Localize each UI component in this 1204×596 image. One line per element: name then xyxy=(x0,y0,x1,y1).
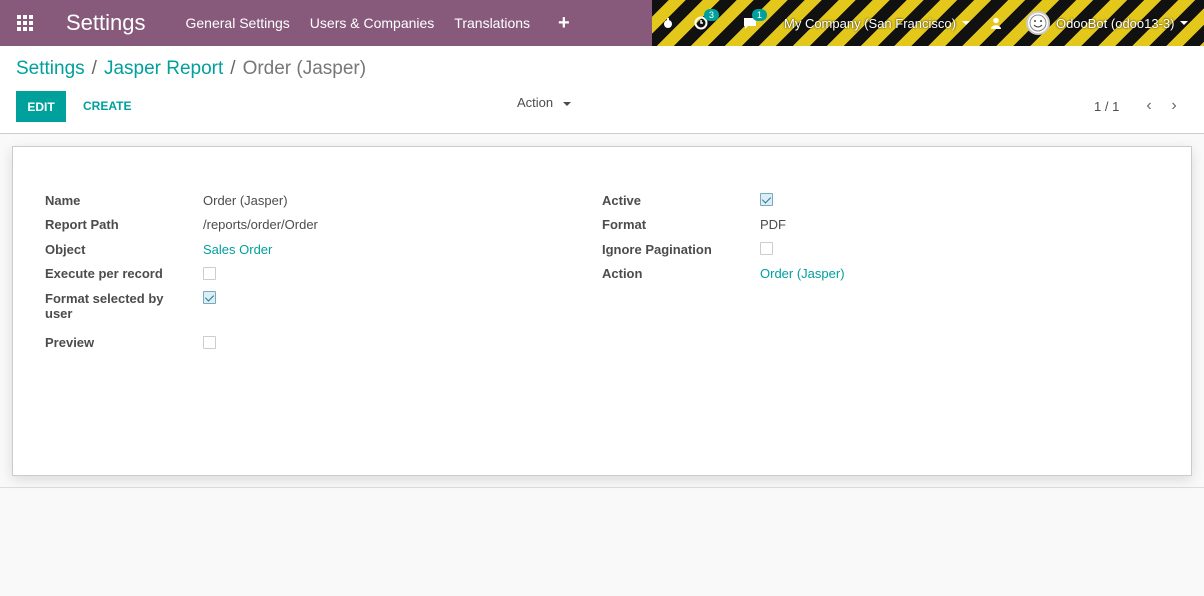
bug-icon[interactable] xyxy=(662,17,674,29)
name-value: Order (Jasper) xyxy=(203,193,288,208)
company-name: My Company (San Francisco) xyxy=(784,15,956,31)
pager-next-icon[interactable]: › xyxy=(1167,98,1181,114)
user-icon[interactable] xyxy=(990,17,1002,29)
app-title: Settings xyxy=(66,10,146,35)
user-name: OdooBot (odoo13-3) xyxy=(1055,15,1175,31)
pager-value[interactable]: 1 / 1 xyxy=(1094,99,1119,114)
object-label: Object xyxy=(45,242,86,257)
breadcrumb-separator: / xyxy=(230,58,236,79)
form-sheet: Name Order (Jasper) Report Path /reports… xyxy=(12,146,1192,476)
breadcrumb-current: Order (Jasper) xyxy=(242,58,367,79)
format-selected-label-line2: user xyxy=(45,306,73,321)
report-path-label: Report Path xyxy=(45,217,119,232)
pager-previous-icon[interactable]: ‹ xyxy=(1142,98,1156,114)
format-selected-by-user-checkbox[interactable] xyxy=(203,291,216,304)
ignore-pagination-label: Ignore Pagination xyxy=(602,242,712,257)
breadcrumb-separator: / xyxy=(91,58,97,79)
edit-button[interactable]: EDIT xyxy=(16,91,66,122)
format-label: Format xyxy=(602,217,647,232)
user-menu[interactable]: OdooBot (odoo13-3) xyxy=(1025,11,1189,35)
format-selected-by-user-label: Format selected by user xyxy=(45,291,164,321)
messages-button[interactable]: 1 xyxy=(742,9,768,30)
menu-general-settings[interactable]: General Settings xyxy=(186,15,290,31)
format-value: PDF xyxy=(760,217,786,232)
apps-menu-button[interactable] xyxy=(0,0,50,46)
company-switcher[interactable]: My Company (San Francisco) xyxy=(784,16,970,31)
messages-badge: 1 xyxy=(752,9,768,21)
add-menu-icon[interactable]: + xyxy=(558,12,570,35)
control-panel: Settings / Jasper Report / Order (Jasper… xyxy=(0,46,1204,134)
action-label: Action xyxy=(602,266,643,281)
create-button[interactable]: CREATE xyxy=(83,99,131,113)
breadcrumb-jasper-report[interactable]: Jasper Report xyxy=(104,58,223,80)
preview-label: Preview xyxy=(45,335,95,350)
action-link[interactable]: Order (Jasper) xyxy=(760,266,845,281)
execute-per-record-label: Execute per record xyxy=(45,266,163,281)
activity-button[interactable]: 3 xyxy=(694,9,720,30)
report-path-value: /reports/order/Order xyxy=(203,217,318,232)
action-dropdown-label: Action xyxy=(517,95,554,110)
avatar xyxy=(1025,11,1050,35)
breadcrumb: Settings / Jasper Report / Order (Jasper… xyxy=(16,58,366,80)
preview-checkbox[interactable] xyxy=(203,336,216,349)
format-selected-label-line1: Format selected by xyxy=(45,291,164,306)
menu-users-companies[interactable]: Users & Companies xyxy=(310,15,435,31)
action-dropdown[interactable]: Action xyxy=(517,95,571,110)
name-label: Name xyxy=(45,193,81,208)
menu-translations[interactable]: Translations xyxy=(454,15,530,31)
ignore-pagination-checkbox[interactable] xyxy=(760,242,773,255)
object-link[interactable]: Sales Order xyxy=(203,242,272,257)
breadcrumb-settings[interactable]: Settings xyxy=(16,58,85,80)
execute-per-record-checkbox[interactable] xyxy=(203,267,216,280)
chevron-down-icon xyxy=(562,101,571,106)
main-menu: General Settings Users & Companies Trans… xyxy=(186,12,570,35)
active-checkbox[interactable] xyxy=(760,193,773,206)
activity-badge: 3 xyxy=(704,9,720,21)
active-label: Active xyxy=(602,193,642,208)
chevron-down-icon xyxy=(1180,21,1189,25)
systray: 3 1 My Company (San Francisco) OdooBot (… xyxy=(652,0,1204,46)
chevron-down-icon xyxy=(961,21,970,25)
apps-grid-icon xyxy=(17,15,33,31)
